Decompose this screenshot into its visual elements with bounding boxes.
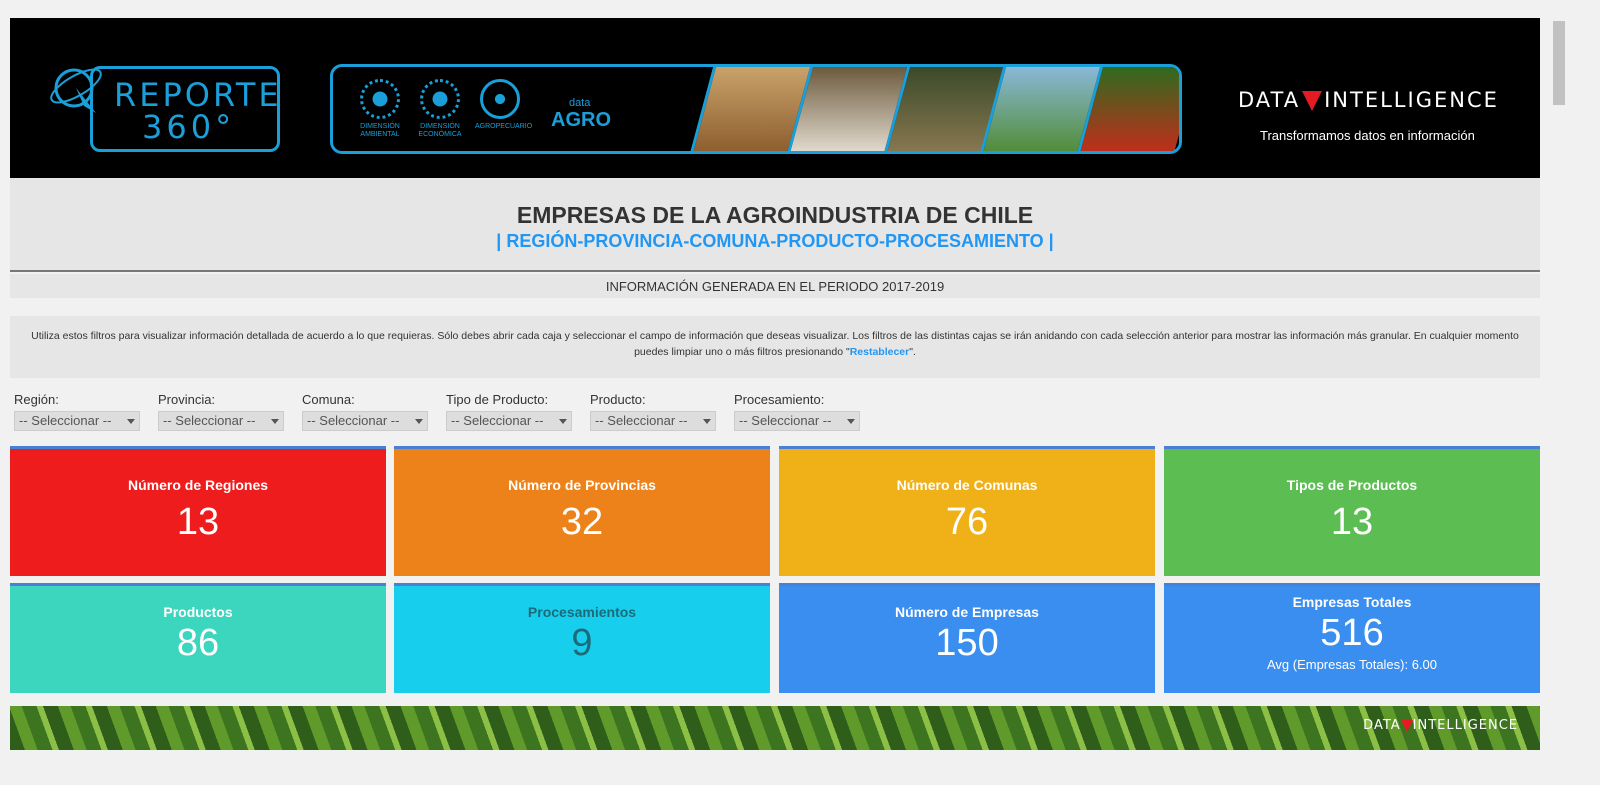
tipo-producto-select[interactable]: -- Seleccionar --: [446, 411, 572, 431]
footer-data-intelligence-logo: DATA INTELLIGENCE: [1363, 718, 1518, 733]
data-intelligence-logo: DATA INTELLIGENCE: [1238, 88, 1499, 112]
title-section: EMPRESAS DE LA AGROINDUSTRIA DE CHILE | …: [10, 178, 1540, 272]
x-mark-icon: [1400, 719, 1413, 732]
filter-instructions: Utiliza estos filtros para visualizar in…: [10, 316, 1540, 378]
kpi-productos[interactable]: Productos 86: [10, 583, 386, 693]
provincia-select[interactable]: -- Seleccionar --: [158, 411, 284, 431]
kpi-regiones[interactable]: Número de Regiones 13: [10, 446, 386, 576]
filter-tipo-producto: Tipo de Producto: -- Seleccionar --: [446, 392, 572, 431]
seal-ambiental: DIMENSIÓN AMBIENTAL: [355, 79, 405, 139]
chevron-down-icon: [847, 419, 855, 424]
comuna-select[interactable]: -- Seleccionar --: [302, 411, 428, 431]
filter-region: Región: -- Seleccionar --: [14, 392, 140, 431]
scrollbar-thumb[interactable]: [1553, 21, 1565, 105]
kpi-comunas[interactable]: Número de Comunas 76: [779, 446, 1155, 576]
chevron-down-icon: [127, 419, 135, 424]
filter-provincia: Provincia: -- Seleccionar --: [158, 392, 284, 431]
kpi-avg-empresas: Avg (Empresas Totales): 6.00: [1266, 657, 1438, 672]
kpi-empresas[interactable]: Número de Empresas 150: [779, 583, 1155, 693]
period-note: INFORMACIÓN GENERADA EN EL PERIODO 2017-…: [10, 274, 1540, 298]
header-banner: REPORTE 360° DIMENSIÓN AMBIENTAL DIMENSI…: [10, 18, 1540, 178]
kpi-empresas-totales[interactable]: Empresas Totales 516 Avg (Empresas Totales…: [1164, 583, 1540, 693]
chevron-down-icon: [271, 419, 279, 424]
seal-economica: DIMENSIÓN ECONÓMICA: [415, 79, 465, 139]
region-select[interactable]: -- Seleccionar --: [14, 411, 140, 431]
reporte-360-logo: REPORTE 360°: [46, 58, 282, 154]
x-mark-icon: [1302, 91, 1323, 111]
chevron-down-icon: [559, 419, 567, 424]
filter-bar: Región: -- Seleccionar -- Provincia: -- …: [10, 378, 1540, 448]
partner-strip: DIMENSIÓN AMBIENTAL DIMENSIÓN ECONÓMICA …: [330, 64, 1182, 154]
producto-select[interactable]: -- Seleccionar --: [590, 411, 716, 431]
page-scrollbar[interactable]: [1550, 17, 1568, 767]
filter-producto: Producto: -- Seleccionar --: [590, 392, 716, 431]
kpi-procesamientos[interactable]: Procesamientos 9: [394, 583, 770, 693]
data-agro-logo: data AGRO: [551, 97, 611, 131]
filter-comuna: Comuna: -- Seleccionar --: [302, 392, 428, 431]
seal-agropecuario: AGROPECUARIO: [475, 79, 532, 131]
dashboard-page: REPORTE 360° DIMENSIÓN AMBIENTAL DIMENSI…: [10, 18, 1540, 448]
restablecer-link[interactable]: Restablecer: [850, 346, 910, 358]
page-title: EMPRESAS DE LA AGROINDUSTRIA DE CHILE: [516, 202, 1034, 228]
page-subtitle: | REGIÓN-PROVINCIA-COMUNA-PRODUCTO-PROCE…: [496, 231, 1054, 251]
agro-photo-collage: [688, 67, 1179, 151]
footer-corn-banner: DATA INTELLIGENCE: [10, 706, 1540, 750]
chevron-down-icon: [703, 419, 711, 424]
procesamiento-select[interactable]: -- Seleccionar --: [734, 411, 860, 431]
kpi-tipos-productos[interactable]: Tipos de Productos 13: [1164, 446, 1540, 576]
chevron-down-icon: [415, 419, 423, 424]
filter-procesamiento: Procesamiento: -- Seleccionar --: [734, 392, 860, 431]
data-intelligence-tagline: Transformamos datos en información: [1260, 128, 1475, 143]
kpi-provincias[interactable]: Número de Provincias 32: [394, 446, 770, 576]
logo-line2: 360°: [142, 108, 236, 146]
